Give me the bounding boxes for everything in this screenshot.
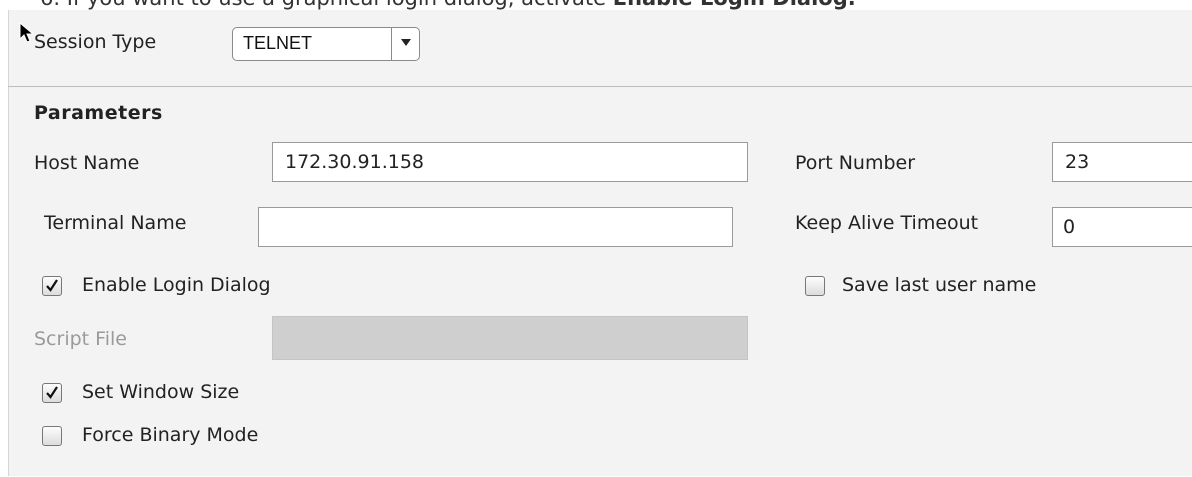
parameters-heading: Parameters: [34, 102, 163, 124]
terminal-name-label: Terminal Name: [44, 212, 187, 234]
section-divider: [8, 86, 1192, 87]
port-number-input[interactable]: 23: [1052, 142, 1192, 182]
instruction-text-bold: Enable Login Dialog.: [613, 0, 856, 10]
force-binary-mode-label: Force Binary Mode: [82, 424, 259, 446]
session-type-select[interactable]: TELNET: [232, 27, 420, 61]
select-divider: [391, 28, 392, 60]
instruction-text: 6. If you want to use a graphical login …: [40, 0, 856, 10]
instruction-text-plain: 6. If you want to use a graphical login …: [40, 0, 613, 10]
checkmark-icon: [46, 279, 58, 292]
keep-alive-timeout-input[interactable]: 0: [1052, 207, 1192, 247]
host-name-label: Host Name: [34, 152, 140, 174]
session-type-value: TELNET: [243, 33, 313, 53]
terminal-name-input[interactable]: [258, 207, 733, 247]
set-window-size-checkbox[interactable]: [42, 383, 62, 403]
checkmark-icon: [46, 386, 58, 399]
host-name-input[interactable]: 172.30.91.158: [272, 142, 748, 182]
session-type-label: Session Type: [34, 31, 157, 53]
keep-alive-timeout-label: Keep Alive Timeout: [795, 212, 979, 234]
set-window-size-label: Set Window Size: [82, 381, 240, 403]
save-last-user-name-label: Save last user name: [842, 274, 1037, 296]
chevron-down-icon[interactable]: [399, 35, 413, 49]
force-binary-mode-checkbox[interactable]: [42, 426, 62, 446]
script-file-input[interactable]: [272, 316, 748, 360]
port-number-label: Port Number: [795, 152, 916, 174]
script-file-label: Script File: [34, 328, 127, 350]
save-last-user-name-checkbox[interactable]: [805, 276, 825, 296]
enable-login-dialog-checkbox[interactable]: [42, 276, 62, 296]
enable-login-dialog-label: Enable Login Dialog: [82, 274, 271, 296]
